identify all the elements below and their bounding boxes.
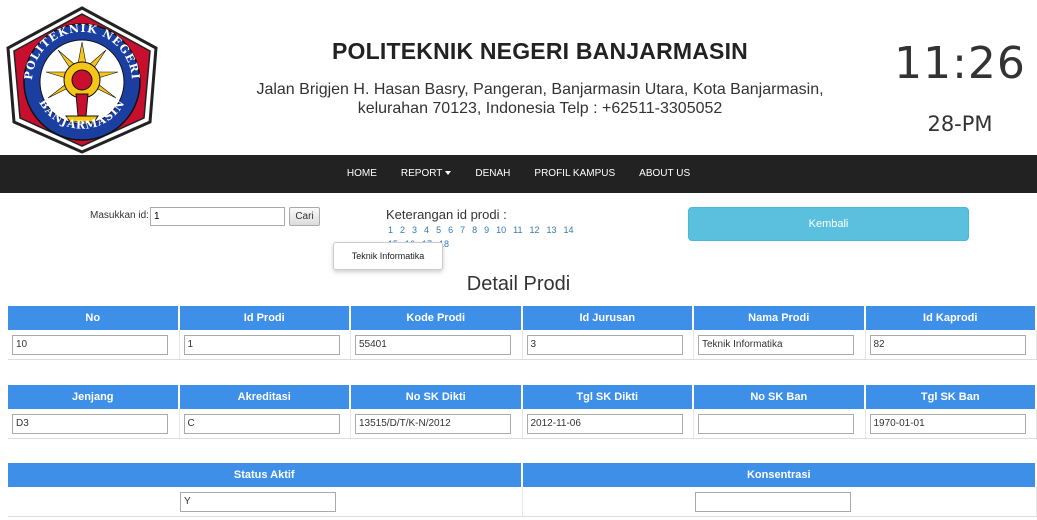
prodi-id-link[interactable]: 8 (472, 225, 477, 235)
clock-date: 28-PM (927, 112, 993, 136)
prodi-id-link[interactable]: 10 (496, 225, 506, 235)
address-line-1: Jalan Brigjen H. Hasan Basry, Pangeran, … (256, 81, 824, 98)
clock-time: 11:26 (894, 38, 1026, 89)
column-header: Kode Prodi (351, 306, 523, 330)
prodi-id-link[interactable]: 14 (564, 225, 574, 235)
table-row: 10 1 55401 3 Teknik Informatika 82 (8, 330, 1037, 360)
field-input[interactable]: D3 (12, 414, 168, 434)
table-cell: 1970-01-01 (866, 409, 1037, 438)
id-search-input[interactable] (150, 207, 285, 226)
table-cell: 2012-11-06 (523, 409, 694, 438)
page-header: POLITEKNIK NEGERI BANJARMASIN POLITEKNIK… (0, 0, 1037, 155)
institution-address: Jalan Brigjen H. Hasan Basry, Pangeran, … (180, 80, 900, 118)
search-label: Masukkan id: (90, 210, 149, 221)
column-header: Id Prodi (179, 306, 351, 330)
table-cell: Teknik Informatika (694, 330, 866, 359)
nav-denah[interactable]: DENAH (463, 155, 522, 193)
main-navbar: HOME REPORT DENAH PROFIL KAMPUS ABOUT US (0, 155, 1037, 193)
field-input[interactable]: 2012-11-06 (526, 414, 683, 434)
field-input[interactable]: 3 (526, 335, 683, 355)
field-input[interactable]: Teknik Informatika (698, 335, 854, 355)
politeknik-logo: POLITEKNIK NEGERI BANJARMASIN (4, 4, 160, 154)
prodi-tooltip: Teknik Informatika (333, 242, 443, 270)
table-header-row: No Id Prodi Kode Prodi Id Jurusan Nama Prodi… (8, 306, 1037, 330)
table-header-row: Jenjang Akreditasi No SK Dikti Tgl SK Dikti… (8, 385, 1037, 409)
field-input[interactable] (694, 492, 851, 512)
table-cell: 82 (866, 330, 1037, 359)
keterangan-title: Keterangan id prodi : (386, 207, 507, 222)
field-input[interactable]: 1 (183, 335, 340, 355)
caret-down-icon (445, 171, 452, 176)
column-header: Konsentrasi (522, 463, 1037, 487)
prodi-id-link[interactable]: 2 (400, 225, 405, 235)
column-header: No SK Ban (694, 385, 866, 409)
prodi-id-link[interactable]: 5 (436, 225, 441, 235)
prodi-id-link[interactable]: 11 (513, 225, 522, 235)
column-header: Id Jurusan (522, 306, 694, 330)
nav-profil-kampus[interactable]: PROFIL KAMPUS (522, 155, 627, 193)
section-title: Detail Prodi (466, 273, 571, 295)
nav-report-label: REPORT (400, 168, 443, 179)
table-cell: 1 (180, 330, 351, 359)
table-row: Y (8, 487, 1037, 517)
column-header: Jenjang (8, 385, 180, 409)
prodi-id-link[interactable]: 3 (412, 225, 417, 235)
table-cell: D3 (8, 409, 180, 438)
field-input[interactable]: 1970-01-01 (869, 414, 1026, 434)
prodi-id-link[interactable]: 6 (448, 225, 453, 235)
prodi-id-link[interactable]: 1 (388, 225, 393, 235)
detail-table-2: Jenjang Akreditasi No SK Dikti Tgl SK Dikti… (8, 385, 1037, 439)
prodi-id-link[interactable]: 9 (484, 225, 489, 235)
nav-home[interactable]: HOME (335, 155, 389, 193)
table-header-row: Status Aktif Konsentrasi (8, 463, 1037, 487)
table-cell: 3 (523, 330, 694, 359)
table-cell (523, 487, 1037, 516)
prodi-id-link[interactable]: 12 (530, 225, 540, 235)
table-cell: 13515/D/T/K-N/2012 (351, 409, 523, 438)
column-header: Akreditasi (179, 385, 351, 409)
field-input[interactable]: Y (180, 492, 336, 512)
address-line-2: kelurahan 70123, Indonesia Telp : +62511… (357, 100, 723, 117)
table-cell: C (180, 409, 351, 438)
nav-report-dropdown[interactable]: REPORT (389, 155, 464, 193)
prodi-id-link[interactable]: 4 (424, 225, 429, 235)
column-header: No SK Dikti (351, 385, 523, 409)
table-row: D3 C 13515/D/T/K-N/2012 2012-11-06 1970-01-0… (8, 409, 1037, 439)
field-input[interactable]: 13515/D/T/K-N/2012 (355, 414, 511, 434)
column-header: Status Aktif (8, 463, 523, 487)
nav-about-us[interactable]: ABOUT US (627, 155, 702, 193)
column-header: No (8, 306, 180, 330)
column-header: Tgl SK Dikti (522, 385, 694, 409)
table-cell: Y (8, 487, 523, 516)
kembali-button[interactable]: Kembali (688, 207, 969, 241)
table-cell: 10 (8, 330, 180, 359)
column-header: Id Kaprodi (865, 306, 1037, 330)
table-cell (694, 409, 866, 438)
field-input[interactable] (698, 414, 854, 434)
column-header: Nama Prodi (694, 306, 866, 330)
field-input[interactable]: 55401 (355, 335, 511, 355)
column-header: Tgl SK Ban (865, 385, 1037, 409)
field-input[interactable]: 10 (12, 335, 168, 355)
table-cell: 55401 (351, 330, 523, 359)
cari-button[interactable]: Cari (289, 207, 320, 226)
prodi-id-link[interactable]: 7 (460, 225, 465, 235)
detail-table-3: Status Aktif Konsentrasi Y (8, 463, 1037, 517)
detail-table-1: No Id Prodi Kode Prodi Id Jurusan Nama Prodi… (8, 306, 1037, 360)
field-input[interactable]: 82 (869, 335, 1026, 355)
prodi-id-link[interactable]: 13 (547, 225, 557, 235)
institution-name: POLITEKNIK NEGERI BANJARMASIN (332, 38, 748, 64)
field-input[interactable]: C (183, 414, 340, 434)
